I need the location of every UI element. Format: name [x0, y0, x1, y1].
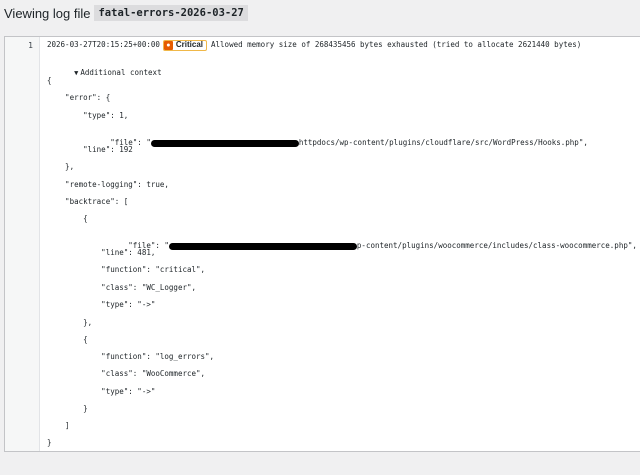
- page-header: Viewing log file fatal-errors-2026-03-27: [4, 5, 248, 21]
- log-file-name: fatal-errors-2026-03-27: [94, 5, 248, 21]
- context-line: },: [47, 318, 93, 327]
- context-line: "line": 481,: [47, 248, 156, 257]
- context-line: "class": "WC_Logger",: [47, 283, 197, 292]
- error-file-path: httpdocs/wp-content/plugins/cloudflare/s…: [298, 138, 588, 147]
- context-line: },: [47, 162, 75, 171]
- context-line: "error": {: [47, 93, 111, 102]
- context-line: {: [47, 76, 52, 85]
- redacted-path: [150, 139, 299, 147]
- triangle-down-icon: ▼: [74, 69, 79, 77]
- critical-icon: ●: [163, 40, 173, 50]
- context-line: "type": 1,: [47, 111, 129, 120]
- context-line: {: [47, 214, 88, 223]
- context-line: "function": "critical",: [47, 265, 206, 274]
- redacted-path: [168, 242, 357, 250]
- context-line: }: [47, 438, 52, 447]
- page-title: Viewing log file: [4, 5, 91, 21]
- log-entry: 2026-03-27T20:15:25+00:00 ● Critical All…: [47, 39, 582, 51]
- log-viewer: 1 2026-03-27T20:15:25+00:00 ● Critical A…: [4, 36, 640, 452]
- context-line: "type": "->": [47, 387, 156, 396]
- additional-context-label: Additional context: [80, 68, 162, 77]
- context-line: "type": "->": [47, 300, 156, 309]
- context-line: "remote-logging": true,: [47, 180, 169, 189]
- severity-badge: ● Critical: [162, 39, 208, 51]
- page-footer-area: [0, 452, 640, 475]
- context-line: "file": " httpdocs/wp-content/plugins/clo…: [47, 128, 588, 147]
- log-content: 2026-03-27T20:15:25+00:00 ● Critical All…: [47, 37, 640, 451]
- context-line: {: [47, 335, 88, 344]
- context-line: ]: [47, 421, 70, 430]
- context-line: "function": "log_errors",: [47, 352, 215, 361]
- additional-context-toggle[interactable]: ▼ Additional context: [47, 58, 162, 77]
- backtrace-file-path: p-content/plugins/woocommerce/includes/c…: [356, 241, 637, 250]
- line-number-gutter: 1: [5, 37, 40, 451]
- line-number: 1: [28, 41, 33, 50]
- context-line: "line": 192: [47, 145, 133, 154]
- context-line: }: [47, 404, 88, 413]
- log-message: Allowed memory size of 268435456 bytes e…: [211, 40, 582, 49]
- context-line: "file": " p-content/plugins/woocommerce/i…: [47, 231, 637, 250]
- severity-label: Critical: [175, 40, 204, 49]
- context-line: "class": "WooCommerce",: [47, 369, 206, 378]
- context-line: "backtrace": [: [47, 197, 129, 206]
- log-timestamp: 2026-03-27T20:15:25+00:00: [47, 40, 160, 49]
